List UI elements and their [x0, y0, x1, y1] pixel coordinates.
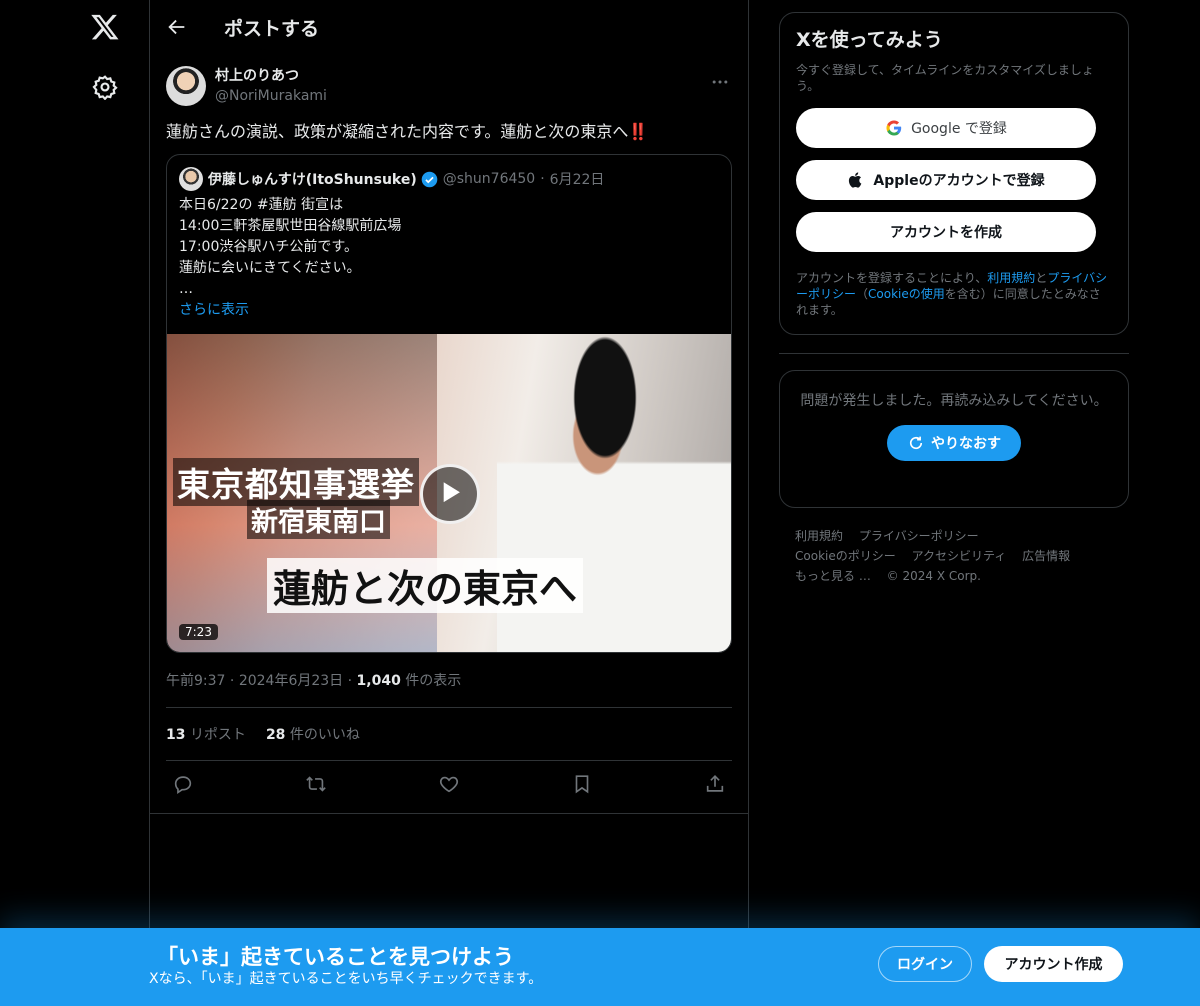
verified-badge-icon	[421, 171, 438, 187]
main-column: ポストする 村上のりあつ @NoriMurakami 蓮舫さんの演説、政策が凝縮…	[149, 0, 749, 1006]
gear-icon[interactable]	[92, 74, 118, 100]
footer-ads-link[interactable]: 広告情報	[1022, 549, 1070, 563]
retry-button[interactable]: やりなおす	[887, 425, 1021, 461]
quote-author-name[interactable]: 伊藤しゅんすけ(ItoShunsuke)	[208, 169, 417, 189]
google-icon	[886, 120, 902, 136]
post-meta: 午前9:37 · 2024年6月23日 · 1,040 件の表示	[166, 671, 732, 691]
engagement-stats: 13 リポスト 28 件のいいね	[166, 708, 732, 760]
refresh-icon	[909, 436, 923, 450]
repost-icon[interactable]	[305, 773, 327, 795]
error-card: 問題が発生しました。再読み込みしてください。 やりなおす	[779, 370, 1129, 508]
retry-label: やりなおす	[931, 436, 1001, 452]
reposts-label: リポスト	[189, 727, 246, 743]
views-count: 1,040	[356, 673, 401, 689]
footer-terms-link[interactable]: 利用規約	[795, 529, 843, 543]
bookmark-icon[interactable]	[571, 773, 593, 795]
signup-card: Xを使ってみよう 今すぐ登録して、タイムラインをカスタマイズしましょう。 Goo…	[779, 12, 1129, 335]
page-title: ポストする	[224, 17, 320, 40]
show-more-link[interactable]: さらに表示	[167, 300, 731, 334]
quote-author-handle[interactable]: @shun76450	[443, 171, 535, 187]
divider	[150, 813, 748, 814]
terms-prefix: アカウントを登録することにより、	[796, 271, 988, 285]
cookie-link[interactable]: Cookieの使用	[868, 287, 945, 301]
google-signup-label: Google で登録	[911, 121, 1007, 137]
back-arrow-icon[interactable]	[166, 16, 188, 38]
footer-accessibility-link[interactable]: アクセシビリティ	[912, 549, 1007, 563]
video-caption-1: 東京都知事選挙	[173, 458, 419, 506]
play-icon[interactable]	[420, 464, 480, 524]
avatar[interactable]	[166, 66, 206, 106]
video-caption-3: 蓮舫と次の東京へ	[267, 558, 584, 613]
like-icon[interactable]	[438, 773, 460, 795]
terms-paren: （	[856, 287, 869, 301]
reply-icon[interactable]	[172, 773, 194, 795]
video-player[interactable]: 東京都知事選挙 新宿東南口 蓮舫と次の東京へ 7:23	[167, 334, 731, 652]
footer-links: 利用規約 プライバシーポリシー Cookieのポリシー アクセシビリティ 広告情…	[779, 526, 1109, 586]
signup-banner: 「いま」起きていることを見つけよう Xなら、「いま」起きていることをいち早くチェ…	[0, 928, 1200, 1006]
banner-title: 「いま」起きていることを見つけよう	[157, 945, 514, 969]
views-label: 件の表示	[405, 673, 462, 689]
footer-privacy-link[interactable]: プライバシーポリシー	[859, 529, 979, 543]
share-icon[interactable]	[704, 773, 726, 795]
footer-more-link[interactable]: もっと見る …	[795, 569, 871, 583]
post-date[interactable]: 2024年6月23日	[239, 673, 343, 689]
footer-copyright: © 2024 X Corp.	[886, 569, 981, 583]
banner-subtitle: Xなら、「いま」起きていることをいち早くチェックできます。	[149, 971, 543, 987]
likes-label: 件のいいね	[289, 727, 360, 743]
author-handle[interactable]: @NoriMurakami	[215, 86, 327, 106]
terms-text: アカウントを登録することにより、利用規約とプライバシーポリシー（Cookieの使…	[796, 270, 1112, 318]
video-caption-2: 新宿東南口	[247, 500, 390, 539]
left-nav	[0, 0, 150, 1006]
terms-and: と	[1035, 271, 1048, 285]
likes-count: 28	[265, 727, 286, 743]
video-duration: 7:23	[179, 624, 218, 640]
dot-separator: ·	[540, 171, 545, 187]
terms-link[interactable]: 利用規約	[987, 271, 1035, 285]
apple-signup-label: Appleのアカウントで登録	[873, 173, 1045, 189]
quoted-post[interactable]: 伊藤しゅんすけ(ItoShunsuke) @shun76450 · 6月22日 …	[166, 154, 732, 653]
signup-subtitle: 今すぐ登録して、タイムラインをカスタマイズしましょう。	[796, 63, 1094, 93]
dot-separator: ·	[229, 673, 239, 689]
login-button[interactable]: ログイン	[878, 946, 972, 982]
post-time[interactable]: 午前9:37	[166, 673, 225, 689]
divider	[779, 353, 1129, 354]
post-text: 蓮舫さんの演説、政策が凝縮された内容です。蓮舫と次の東京へ‼️	[166, 122, 649, 141]
post: 村上のりあつ @NoriMurakami 蓮舫さんの演説、政策が凝縮された内容で…	[150, 54, 748, 807]
likes-stat[interactable]: 28 件のいいね	[266, 724, 360, 744]
google-signup-button[interactable]: Google で登録	[796, 108, 1096, 148]
reposts-stat[interactable]: 13 リポスト	[166, 724, 246, 744]
quote-text: 本日6/22の #蓮舫 街宣は 14:00三軒茶屋駅世田谷線駅前広場 17:00…	[179, 197, 402, 297]
create-account-button[interactable]: アカウントを作成	[796, 212, 1096, 252]
post-author: 村上のりあつ @NoriMurakami	[166, 64, 732, 108]
apple-signup-button[interactable]: Appleのアカウントで登録	[796, 160, 1096, 200]
quote-avatar[interactable]	[179, 167, 203, 191]
dot-separator: ·	[347, 673, 357, 689]
more-options-icon[interactable]	[710, 72, 730, 92]
quote-date[interactable]: 6月22日	[550, 169, 605, 189]
error-message: 問題が発生しました。再読み込みしてください。	[800, 393, 1108, 409]
author-name[interactable]: 村上のりあつ	[215, 66, 327, 86]
apple-icon	[849, 172, 862, 188]
reposts-count: 13	[166, 727, 186, 743]
banner-create-account-button[interactable]: アカウント作成	[984, 946, 1123, 982]
right-sidebar: Xを使ってみよう 今すぐ登録して、タイムラインをカスタマイズしましょう。 Goo…	[779, 12, 1129, 586]
create-account-label: アカウントを作成	[890, 225, 1002, 241]
footer-cookie-link[interactable]: Cookieのポリシー	[795, 549, 896, 563]
top-bar: ポストする	[150, 0, 748, 54]
x-logo-icon[interactable]	[90, 12, 120, 42]
signup-title: Xを使ってみよう	[796, 29, 943, 51]
action-bar	[166, 761, 732, 807]
